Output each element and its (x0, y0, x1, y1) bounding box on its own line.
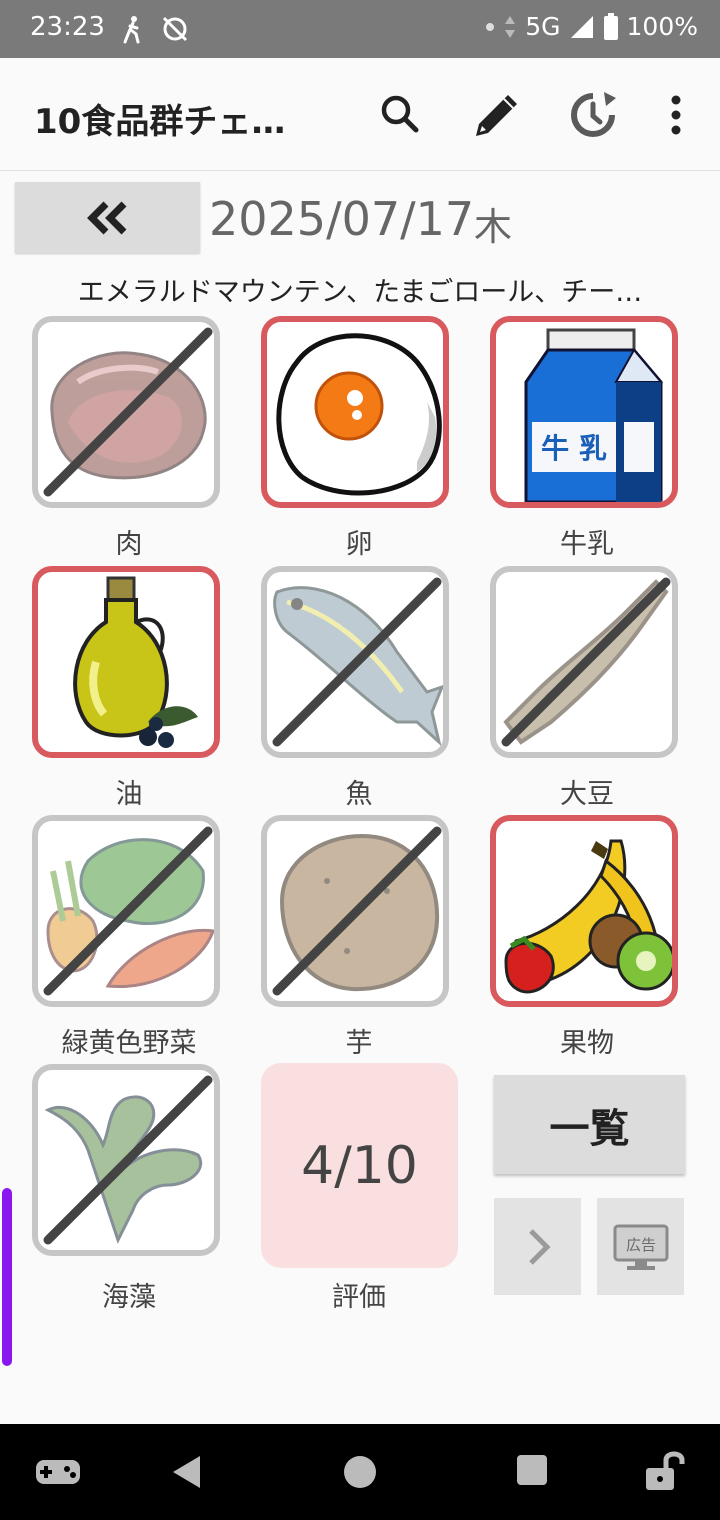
hotspot-off-icon (162, 16, 188, 42)
meal-menu-text[interactable]: エメラルドマウンテン、たまごロール、チー… (0, 270, 720, 309)
vegetables-icon (43, 826, 214, 996)
battery-icon (603, 12, 618, 40)
potato-icon (272, 826, 442, 996)
ad-button[interactable]: 広告 (597, 1198, 684, 1295)
score-value: 4/10 (301, 1135, 418, 1196)
data-arrows-icon (505, 15, 516, 38)
food-tile-egg[interactable] (261, 316, 449, 508)
fried-egg-icon (276, 333, 442, 496)
food-label-fruits: 果物 (560, 1028, 614, 1059)
score-label: 評価 (332, 1282, 386, 1313)
food-tile-meat[interactable] (32, 316, 220, 508)
scroll-indicator (2, 1188, 12, 1366)
previous-day-button[interactable] (15, 182, 200, 253)
next-button[interactable] (494, 1198, 581, 1295)
food-label-fish: 魚 (345, 779, 373, 810)
food-tile-oil[interactable] (32, 566, 220, 758)
recents-nav-icon[interactable] (516, 1454, 548, 1486)
gamepad-icon[interactable] (34, 1454, 82, 1490)
app-bar: 10食品群チェ… (0, 58, 720, 171)
carton-text: 牛 乳 (541, 432, 607, 465)
notification-dot-icon (486, 22, 495, 31)
fruits-icon (504, 839, 672, 994)
search-icon[interactable] (378, 88, 422, 138)
meat-icon (43, 327, 213, 497)
signal-icon (570, 15, 593, 38)
food-label-potato: 芋 (345, 1028, 373, 1059)
status-bar: 23:23 5G 100% (0, 0, 720, 58)
system-nav-bar (0, 1424, 720, 1520)
food-tile-fruits[interactable] (490, 815, 678, 1007)
food-tile-soybean[interactable] (490, 566, 678, 758)
unlock-icon[interactable] (644, 1450, 688, 1492)
food-tile-milk[interactable]: 牛 乳 (490, 316, 678, 508)
history-restore-icon[interactable] (566, 88, 620, 142)
back-nav-icon[interactable] (170, 1454, 204, 1490)
app-title: 10食品群チェ… (34, 102, 286, 142)
weekday: 木 (474, 205, 513, 249)
olive-oil-icon (73, 576, 198, 748)
list-button[interactable]: 一覧 (494, 1075, 685, 1174)
score-box: 4/10 (261, 1063, 458, 1268)
ad-icon-text: 広告 (625, 1236, 655, 1254)
food-label-meat: 肉 (115, 529, 143, 560)
walking-icon (123, 16, 140, 44)
ad-monitor-icon: 広告 (613, 1224, 668, 1270)
food-tile-vegetables[interactable] (32, 815, 220, 1007)
food-label-egg: 卵 (345, 529, 373, 560)
current-date[interactable]: 2025/07/17 (209, 192, 474, 246)
milk-carton-icon: 牛 乳 (524, 328, 664, 502)
seaweed-icon (43, 1075, 213, 1245)
battery-level: 100% (626, 12, 698, 41)
list-button-label: 一覧 (549, 1105, 630, 1152)
double-chevron-left-icon (86, 201, 126, 234)
food-label-milk: 牛乳 (560, 529, 614, 560)
chevron-right-icon (528, 1228, 551, 1265)
food-label-soybean: 大豆 (560, 779, 614, 810)
food-tile-seaweed[interactable] (32, 1064, 220, 1256)
network-type: 5G (525, 12, 561, 41)
food-label-oil: 油 (115, 779, 143, 810)
status-time: 23:23 (30, 12, 105, 42)
food-label-vegetables: 緑黄色野菜 (61, 1028, 197, 1059)
fish-icon (272, 577, 443, 747)
food-tile-fish[interactable] (261, 566, 449, 758)
date-navigation: 2025/07/17 木 (14, 182, 714, 254)
food-label-seaweed: 海藻 (102, 1282, 156, 1313)
edit-pencil-icon[interactable] (470, 88, 524, 142)
more-vert-icon[interactable] (662, 88, 690, 142)
food-tile-potato[interactable] (261, 815, 449, 1007)
home-nav-icon[interactable] (342, 1454, 378, 1490)
soybean-icon (501, 577, 671, 747)
